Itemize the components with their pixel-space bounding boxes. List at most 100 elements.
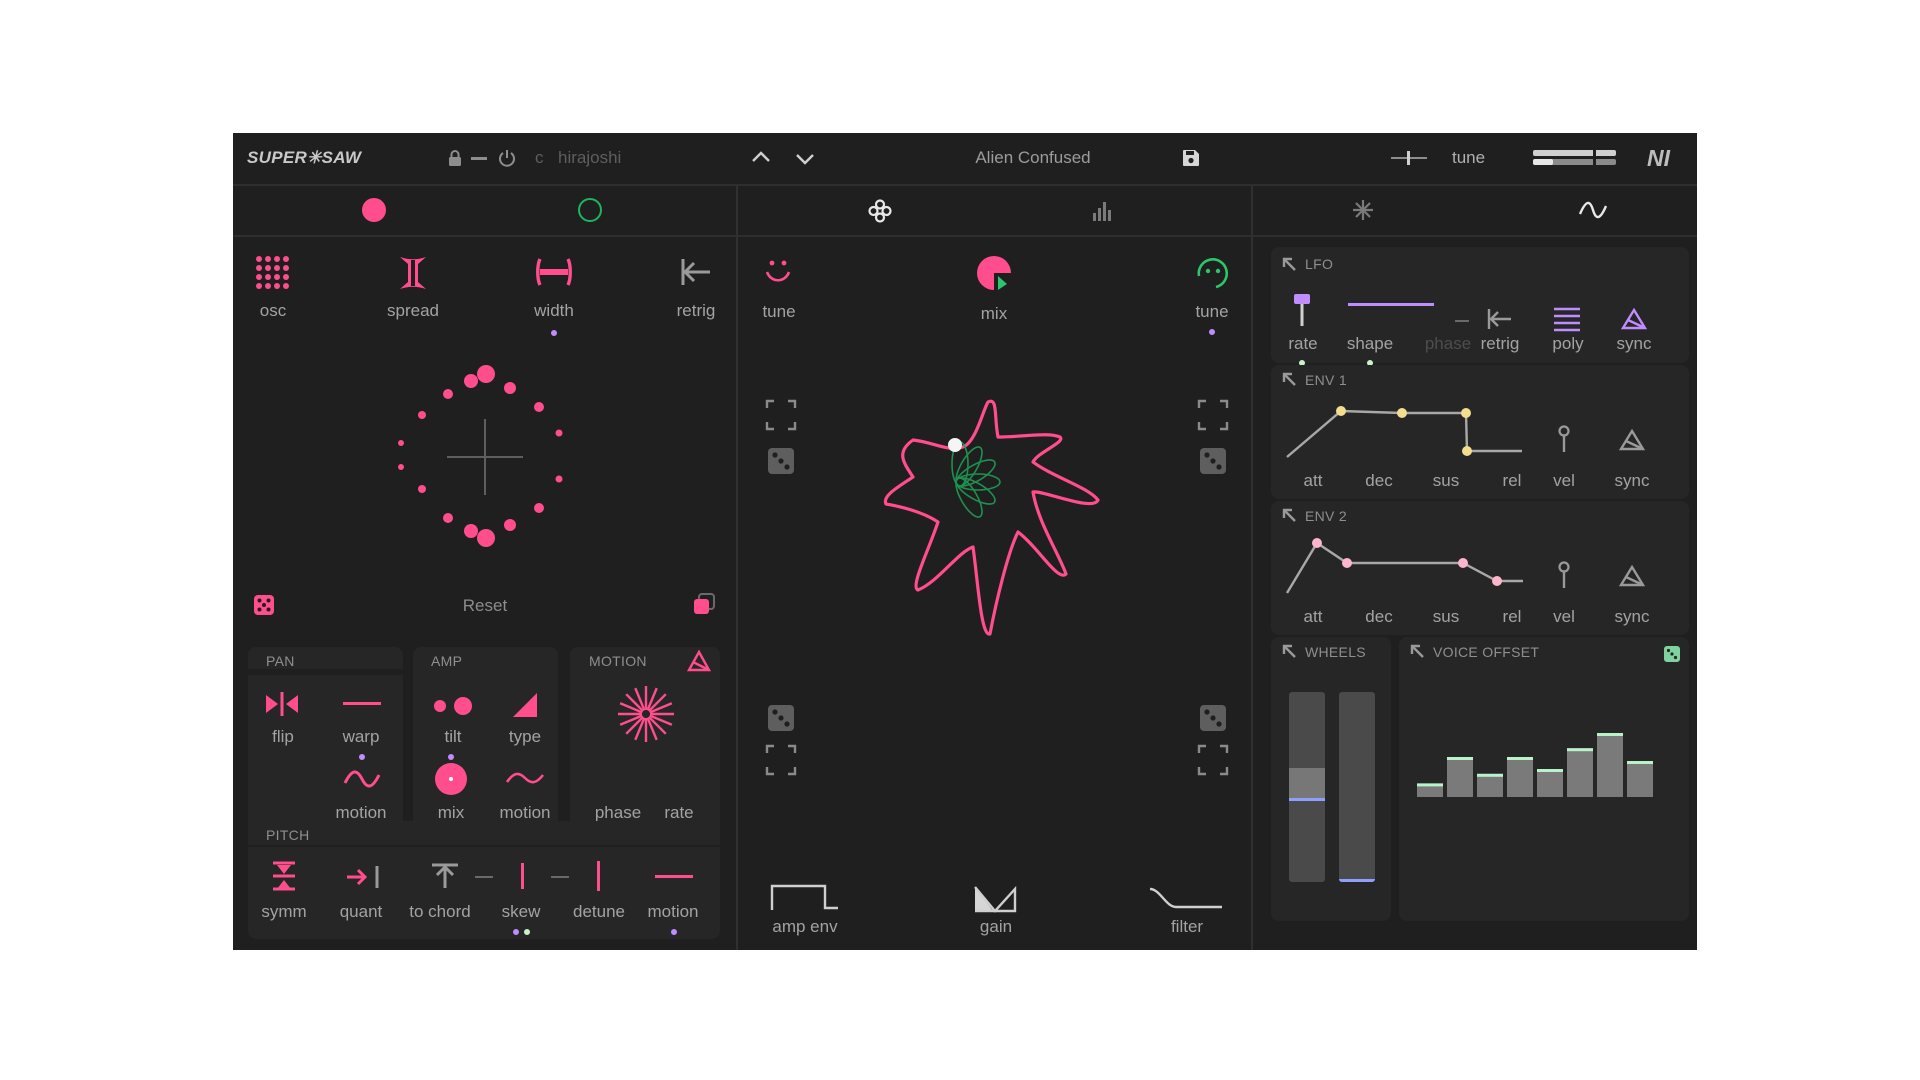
motion-burst-icon[interactable] — [616, 684, 676, 749]
osc-label: osc — [259, 301, 287, 320]
save-icon[interactable] — [1182, 149, 1200, 172]
power-icon[interactable] — [497, 148, 517, 173]
detune-icon[interactable] — [597, 861, 600, 891]
env1-vel-icon[interactable] — [1557, 425, 1571, 458]
amp-env-icon[interactable] — [770, 882, 840, 917]
key-root[interactable]: c — [535, 148, 544, 168]
master-volume-slider[interactable] — [1533, 147, 1616, 168]
filter-icon[interactable] — [1148, 887, 1224, 916]
waveform-blob-visualizer[interactable] — [838, 382, 1138, 662]
tune-dial-icon[interactable] — [1194, 254, 1232, 297]
spectrum-tab-icon[interactable] — [1092, 201, 1114, 226]
voice-offset-bars[interactable] — [1417, 697, 1667, 797]
voice-offset-bar[interactable] — [1477, 773, 1503, 797]
lfo-rate-icon[interactable] — [1292, 292, 1312, 331]
voice-offset-bar-cap — [1537, 769, 1563, 772]
motion-sync-icon[interactable] — [686, 649, 712, 677]
preset-name[interactable]: Alien Confused — [853, 148, 1213, 168]
wheels-collapse-icon[interactable] — [1281, 643, 1297, 664]
voice-offset-bar[interactable] — [1507, 757, 1533, 797]
tilt-icon[interactable] — [432, 695, 474, 722]
symm-label: symm — [261, 902, 307, 921]
lfo-collapse-icon[interactable] — [1281, 256, 1297, 277]
lfo-phase-dash[interactable] — [1455, 320, 1469, 322]
pan-motion-icon[interactable] — [343, 769, 381, 794]
quant-icon[interactable] — [346, 865, 380, 894]
voice-offset-bar[interactable] — [1567, 748, 1593, 797]
env1-collapse-icon[interactable] — [1281, 371, 1297, 392]
modulation-tab-icon[interactable] — [867, 198, 893, 229]
amp-mix-icon[interactable] — [434, 762, 468, 801]
osc-b-tab-icon[interactable] — [578, 198, 602, 222]
env2-sync-label: sync — [1614, 607, 1650, 626]
pitch-wheel-fill — [1289, 767, 1325, 798]
chevron-up-icon[interactable] — [751, 150, 771, 169]
voice-offset-dice-icon[interactable] — [1663, 645, 1681, 668]
env2-vel-icon[interactable] — [1557, 561, 1571, 594]
skew-icon[interactable] — [521, 863, 524, 889]
amp-env-label: amp env — [772, 917, 838, 936]
lfo-retrig-icon[interactable] — [1487, 307, 1513, 336]
tune-face-icon[interactable] — [763, 257, 793, 292]
voice-offset-collapse-icon[interactable] — [1409, 643, 1425, 664]
voice-offset-bar-cap — [1567, 748, 1593, 752]
amp-motion-label: motion — [499, 803, 551, 822]
reset-button[interactable]: Reset — [435, 596, 535, 616]
supersaw-plugin-window: SUPER✳SAW c hirajoshi Alien Confused tun… — [233, 133, 1697, 950]
lfo-shape-icon[interactable] — [1348, 303, 1434, 306]
lfo-tab-icon[interactable] — [1578, 201, 1608, 223]
voice-offset-title: VOICE OFFSET — [1433, 644, 1540, 660]
env1-vel-label: vel — [1553, 471, 1575, 490]
voice-offset-bar-cap — [1627, 761, 1653, 764]
env1-sync-icon[interactable] — [1618, 428, 1646, 456]
voice-offset-bar-cap — [1477, 773, 1503, 777]
dash-icon[interactable] — [471, 157, 487, 160]
copy-icon[interactable] — [692, 592, 716, 621]
voice-offset-bar[interactable] — [1537, 769, 1563, 797]
warp-icon[interactable] — [343, 702, 381, 705]
voice-offset-bar[interactable] — [1627, 761, 1653, 797]
voice-offset-bar-cap — [1597, 733, 1623, 736]
symm-icon[interactable] — [271, 861, 297, 896]
env2-title: ENV 2 — [1305, 508, 1347, 524]
osc-a-tab-icon[interactable] — [362, 198, 386, 222]
tune-slider-icon[interactable] — [1391, 151, 1427, 165]
amp-type-icon[interactable] — [511, 691, 539, 724]
randomize-dice-icon[interactable] — [253, 594, 275, 621]
osc-grid-icon[interactable] — [255, 255, 291, 296]
lfo-shape-label: shape — [1346, 334, 1394, 353]
voice-stereo-field[interactable] — [233, 347, 736, 577]
mod-wheel-line — [1339, 879, 1375, 882]
env2-collapse-icon[interactable] — [1281, 507, 1297, 528]
voice-offset-bar[interactable] — [1447, 757, 1473, 797]
spread-icon[interactable] — [397, 254, 429, 297]
lfo-sync-icon[interactable] — [1620, 307, 1648, 335]
amp-motion-icon[interactable] — [505, 772, 545, 791]
pitch-wheel[interactable] — [1289, 692, 1325, 882]
fx-tab-icon[interactable] — [1352, 199, 1374, 226]
lfo-rate-label: rate — [1288, 334, 1318, 353]
env1-curve[interactable] — [1283, 397, 1543, 467]
retrig-label: retrig — [676, 301, 716, 320]
pitch-motion-icon[interactable] — [655, 875, 693, 878]
width-icon[interactable] — [534, 257, 574, 292]
chevron-down-icon[interactable] — [795, 152, 815, 171]
env2-sync-icon[interactable] — [1618, 564, 1646, 592]
scale-name[interactable]: hirajoshi — [558, 148, 621, 168]
retrig-icon[interactable] — [680, 257, 712, 292]
warp-mod-dot — [359, 754, 365, 760]
mix-knob-icon[interactable] — [974, 254, 1014, 299]
lock-icon[interactable] — [447, 149, 463, 172]
gain-icon[interactable] — [973, 885, 1019, 918]
env2-curve[interactable] — [1283, 533, 1543, 603]
voice-offset-bar[interactable] — [1597, 733, 1623, 797]
lfo-poly-icon[interactable] — [1553, 306, 1581, 337]
mod-wheel[interactable] — [1339, 692, 1375, 882]
amp-type-label: type — [508, 727, 542, 746]
pitch-wheel-line — [1289, 797, 1325, 801]
env2-sus-label: sus — [1432, 607, 1460, 626]
tilt-label: tilt — [444, 727, 462, 746]
quant-label: quant — [339, 902, 383, 921]
flip-icon[interactable] — [265, 692, 299, 721]
to-chord-icon[interactable] — [430, 863, 460, 894]
